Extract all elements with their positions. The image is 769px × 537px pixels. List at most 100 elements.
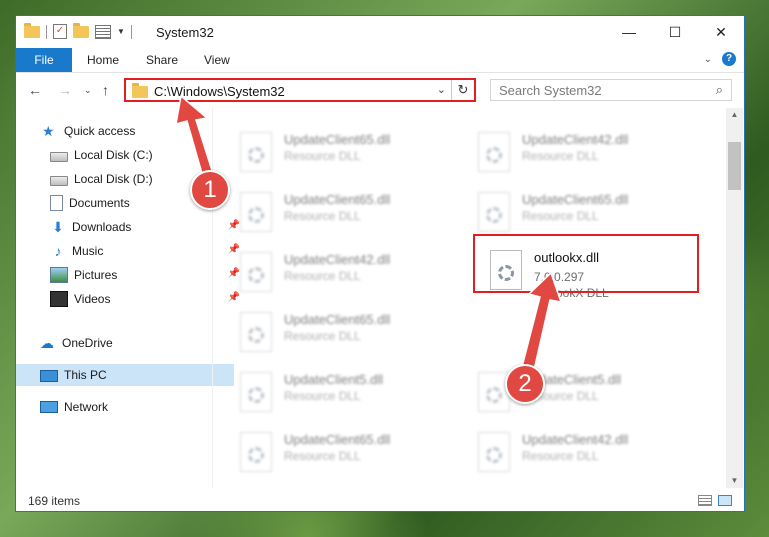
file-name: UpdateClient65.dll (284, 432, 391, 447)
scroll-thumb[interactable] (728, 142, 741, 190)
file-name: UpdateClient5.dll (284, 372, 384, 387)
address-row: ← → ⌄ ↑ C:\Windows\System32 ⌄ ↻ Search S… (16, 73, 744, 107)
customize-dropdown-icon[interactable]: ▼ (117, 27, 125, 36)
expand-ribbon-icon[interactable]: ⌄ (704, 54, 712, 65)
file-type: Resource DLL (284, 209, 361, 223)
documents-icon (50, 195, 63, 211)
nav-label: Documents (69, 196, 130, 210)
search-placeholder: Search System32 (499, 83, 602, 98)
download-icon: ⬇ (52, 219, 64, 235)
nav-item-local-disk-c[interactable]: Local Disk (C:) (16, 144, 244, 166)
nav-item-videos[interactable]: Videos 📌 (16, 288, 244, 310)
tab-home[interactable]: Home (87, 53, 119, 67)
nav-item-pictures[interactable]: Pictures 📌 (16, 264, 244, 286)
nav-item-this-pc[interactable]: This PC (16, 364, 234, 386)
nav-label: Quick access (64, 124, 136, 138)
file-name: UpdateClient65.dll (284, 192, 391, 207)
address-path[interactable]: C:\Windows\System32 (154, 84, 285, 99)
maximize-button[interactable]: ☐ (652, 16, 698, 48)
tab-view[interactable]: View (204, 53, 230, 67)
scroll-down-icon[interactable]: ▼ (726, 474, 743, 488)
file-list: UpdateClient65.dll Resource DLL UpdateCl… (226, 108, 726, 488)
folder-icon[interactable] (24, 22, 40, 38)
refresh-icon[interactable]: ↻ (451, 80, 474, 100)
address-dropdown-icon[interactable]: ⌄ (437, 83, 446, 96)
file-item[interactable]: UpdateClient65.dll Resource DLL (226, 308, 456, 360)
nav-label: Pictures (74, 268, 118, 282)
nav-item-network[interactable]: Network (16, 396, 234, 418)
file-name: UpdateClient42.dll (522, 432, 629, 447)
title-bar: ✓ ▼ System32 — ☐ ✕ (16, 16, 744, 48)
file-type: Resource DLL (284, 149, 361, 163)
file-item[interactable]: UpdateClient65.dll Resource DLL (226, 188, 456, 240)
file-item[interactable]: UpdateClient42.dll Resource DLL (226, 248, 456, 300)
file-name: UpdateClient65.dll (522, 192, 629, 207)
tab-file[interactable]: File (16, 48, 72, 72)
details-view-icon[interactable] (698, 495, 712, 506)
step-badge-1: 1 (190, 170, 230, 210)
minimize-button[interactable]: — (606, 16, 652, 48)
tab-share[interactable]: Share (146, 53, 178, 67)
drive-icon (50, 176, 68, 186)
nav-label: This PC (64, 368, 107, 382)
item-count: 169 items (28, 494, 81, 508)
up-arrow-icon[interactable]: ↑ (102, 82, 109, 98)
ribbon-tabs: File Home Share View ⌄ ? (16, 48, 744, 73)
pane-divider[interactable] (212, 108, 213, 488)
folder-icon (132, 83, 148, 98)
nav-label: Downloads (72, 220, 132, 234)
help-icon[interactable]: ? (722, 52, 736, 66)
properties-check-icon[interactable]: ✓ (53, 24, 67, 39)
ribbon-controls: ⌄ ? (704, 52, 736, 66)
toolbar-divider (130, 24, 132, 39)
dll-file-icon (240, 312, 272, 352)
file-type: Resource DLL (284, 329, 361, 343)
file-item[interactable]: UpdateClient65.dll Resource DLL (226, 128, 456, 180)
nav-label: Videos (74, 292, 111, 306)
star-icon: ★ (42, 123, 55, 139)
file-type: Resource DLL (284, 389, 361, 403)
search-input[interactable]: Search System32 ⌕ (490, 79, 732, 101)
file-item[interactable]: UpdateClient42.dll Resource DLL (464, 428, 694, 480)
nav-item-quick-access[interactable]: ★ Quick access (16, 120, 236, 142)
search-icon[interactable]: ⌕ (716, 82, 723, 98)
window-controls: — ☐ ✕ (606, 16, 744, 48)
vertical-scrollbar[interactable]: ▲ ▼ (726, 108, 743, 488)
address-bar[interactable]: C:\Windows\System32 ⌄ ↻ (124, 78, 476, 102)
file-item[interactable]: UpdateClient65.dll Resource DLL (464, 188, 694, 240)
nav-label: Local Disk (D:) (74, 172, 153, 186)
file-item[interactable]: UpdateClient5.dll Resource DLL (464, 368, 694, 420)
dll-file-icon (240, 252, 272, 292)
dll-file-icon (240, 192, 272, 232)
dll-file-icon (478, 432, 510, 472)
forward-arrow-icon[interactable]: → (58, 82, 72, 98)
large-icons-view-icon[interactable] (718, 495, 732, 506)
file-item[interactable]: UpdateClient65.dll Resource DLL (226, 428, 456, 480)
navigation-pane: ★ Quick access Local Disk (C:) Local Dis… (16, 108, 240, 488)
file-type: Resource DLL (522, 149, 599, 163)
file-item[interactable]: UpdateClient5.dll Resource DLL (226, 368, 456, 420)
scroll-up-icon[interactable]: ▲ (726, 108, 743, 122)
highlight-box (473, 234, 699, 293)
cloud-icon: ☁ (40, 335, 54, 351)
file-type: Resource DLL (284, 269, 361, 283)
properties-icon[interactable] (95, 24, 111, 39)
close-button[interactable]: ✕ (698, 16, 744, 48)
file-name: UpdateClient65.dll (284, 312, 391, 327)
recent-locations-icon[interactable]: ⌄ (84, 85, 92, 96)
dll-file-icon (240, 432, 272, 472)
nav-item-music[interactable]: ♪ Music 📌 (16, 240, 244, 262)
nav-label: Music (72, 244, 104, 258)
file-name: UpdateClient42.dll (522, 132, 629, 147)
drive-icon (50, 152, 68, 162)
file-name: UpdateClient65.dll (284, 132, 391, 147)
new-folder-icon[interactable] (73, 22, 89, 38)
window-title: System32 (156, 25, 214, 40)
file-item[interactable]: UpdateClient42.dll Resource DLL (464, 128, 694, 180)
dll-file-icon (240, 372, 272, 412)
back-arrow-icon[interactable]: ← (28, 82, 42, 98)
nav-item-onedrive[interactable]: ☁ OneDrive (16, 332, 234, 354)
network-icon (40, 401, 58, 413)
status-bar: 169 items (16, 488, 744, 512)
nav-item-downloads[interactable]: ⬇ Downloads 📌 (16, 216, 244, 238)
